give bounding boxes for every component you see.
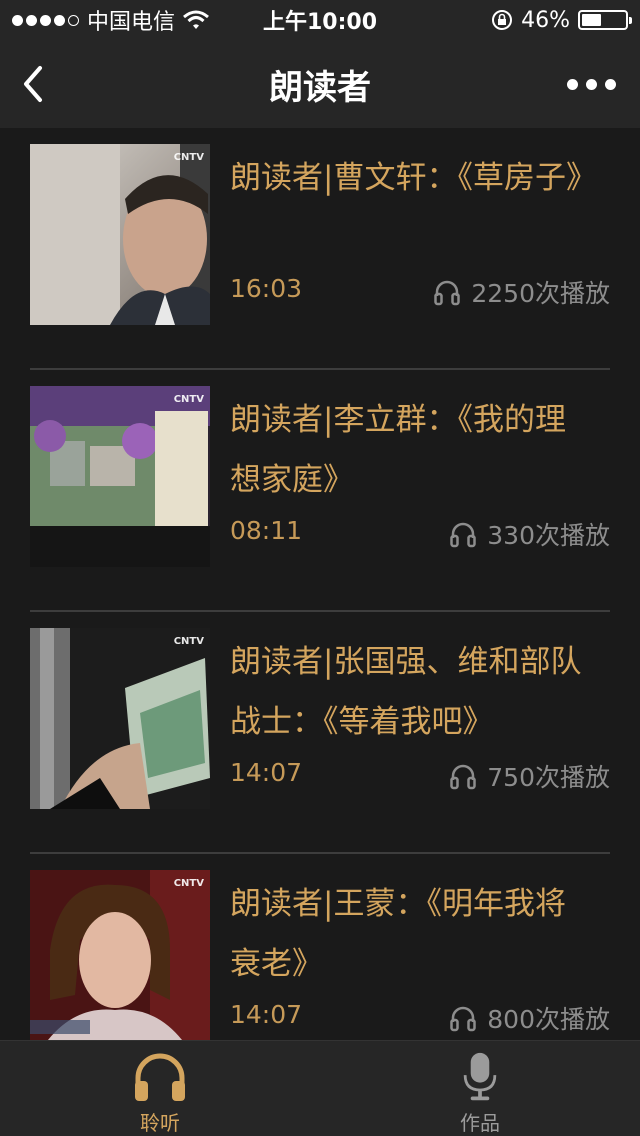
headphones-icon (450, 1006, 477, 1032)
play-count-text: 330次播放 (487, 521, 610, 550)
episode-thumbnail: CNTV (30, 870, 210, 1040)
tab-label: 聆听 (140, 1111, 180, 1135)
play-count: 750次播放 (449, 758, 610, 794)
play-count: 2250次播放 (433, 274, 610, 310)
episode-title: 朗读者|曹文轩：《草房子》 (230, 160, 597, 196)
signal-strength-icon (12, 14, 79, 26)
episode-thumbnail: CNTV (30, 386, 210, 567)
play-count: 330次播放 (449, 516, 610, 552)
page-title: 朗读者 (269, 67, 371, 108)
episode-thumbnail: CNTV (30, 628, 210, 809)
more-dots-icon[interactable] (567, 70, 616, 98)
headphones-icon (135, 1053, 185, 1101)
episode-duration: 14:07 (230, 758, 303, 787)
play-count: 800次播放 (449, 1000, 610, 1036)
list-item[interactable]: CNTV 朗读者|李立群：《我的理想家庭》 08:11 330次播放 (30, 370, 610, 612)
thumbnail-watermark: CNTV (173, 878, 204, 889)
tab-bar: 聆听 作品 (0, 1040, 640, 1136)
tab-works[interactable]: 作品 (320, 1041, 640, 1136)
list-item[interactable]: CNTV 朗读者|王蒙：《明年我将衰老》 14:07 800次播放 (30, 854, 610, 1040)
play-count-text: 2250次播放 (471, 279, 610, 308)
episode-duration: 08:11 (230, 516, 303, 545)
thumbnail-watermark: CNTV (173, 152, 204, 163)
play-count-text: 750次播放 (487, 763, 610, 792)
microphone-icon (463, 1052, 497, 1101)
tab-listen[interactable]: 聆听 (0, 1041, 320, 1136)
episode-duration: 14:07 (230, 1000, 303, 1029)
thumbnail-watermark: CNTV (173, 394, 204, 405)
play-count-text: 800次播放 (487, 1005, 610, 1034)
status-right: 46% (398, 7, 632, 33)
tab-label: 作品 (460, 1111, 500, 1135)
chevron-left-icon[interactable] (18, 62, 58, 106)
episode-list: CNTV 朗读者|曹文轩：《草房子》 16:03 2250次播放 CNTV 朗读… (0, 128, 640, 1040)
carrier-name: 中国电信 (87, 10, 176, 35)
status-time: 上午10:00 (262, 10, 378, 35)
status-bar: 中国电信 上午10:00 46% (0, 0, 640, 40)
episode-thumbnail: CNTV (30, 144, 210, 325)
status-left: 中国电信 (12, 4, 242, 36)
wifi-icon (183, 10, 209, 29)
episode-duration: 16:03 (230, 274, 303, 303)
nav-bar: 朗读者 (0, 40, 640, 128)
battery-percent: 46% (521, 7, 570, 33)
episode-title: 朗读者|李立群：《我的理想家庭》 (230, 402, 566, 498)
episode-title: 朗读者|王蒙：《明年我将衰老》 (230, 886, 566, 982)
list-item[interactable]: CNTV 朗读者|张国强、维和部队战士：《等着我吧》 14:07 750次播放 (30, 612, 610, 854)
headphones-icon (450, 764, 477, 790)
headphones-icon (450, 522, 477, 548)
headphones-icon (434, 280, 461, 306)
battery-fill (582, 14, 602, 26)
episode-title: 朗读者|张国强、维和部队战士：《等着我吧》 (230, 644, 582, 740)
list-item[interactable]: CNTV 朗读者|曹文轩：《草房子》 16:03 2250次播放 (30, 128, 610, 370)
thumbnail-watermark: CNTV (173, 636, 204, 647)
rotation-lock-icon (492, 10, 513, 30)
battery-icon (578, 10, 632, 30)
